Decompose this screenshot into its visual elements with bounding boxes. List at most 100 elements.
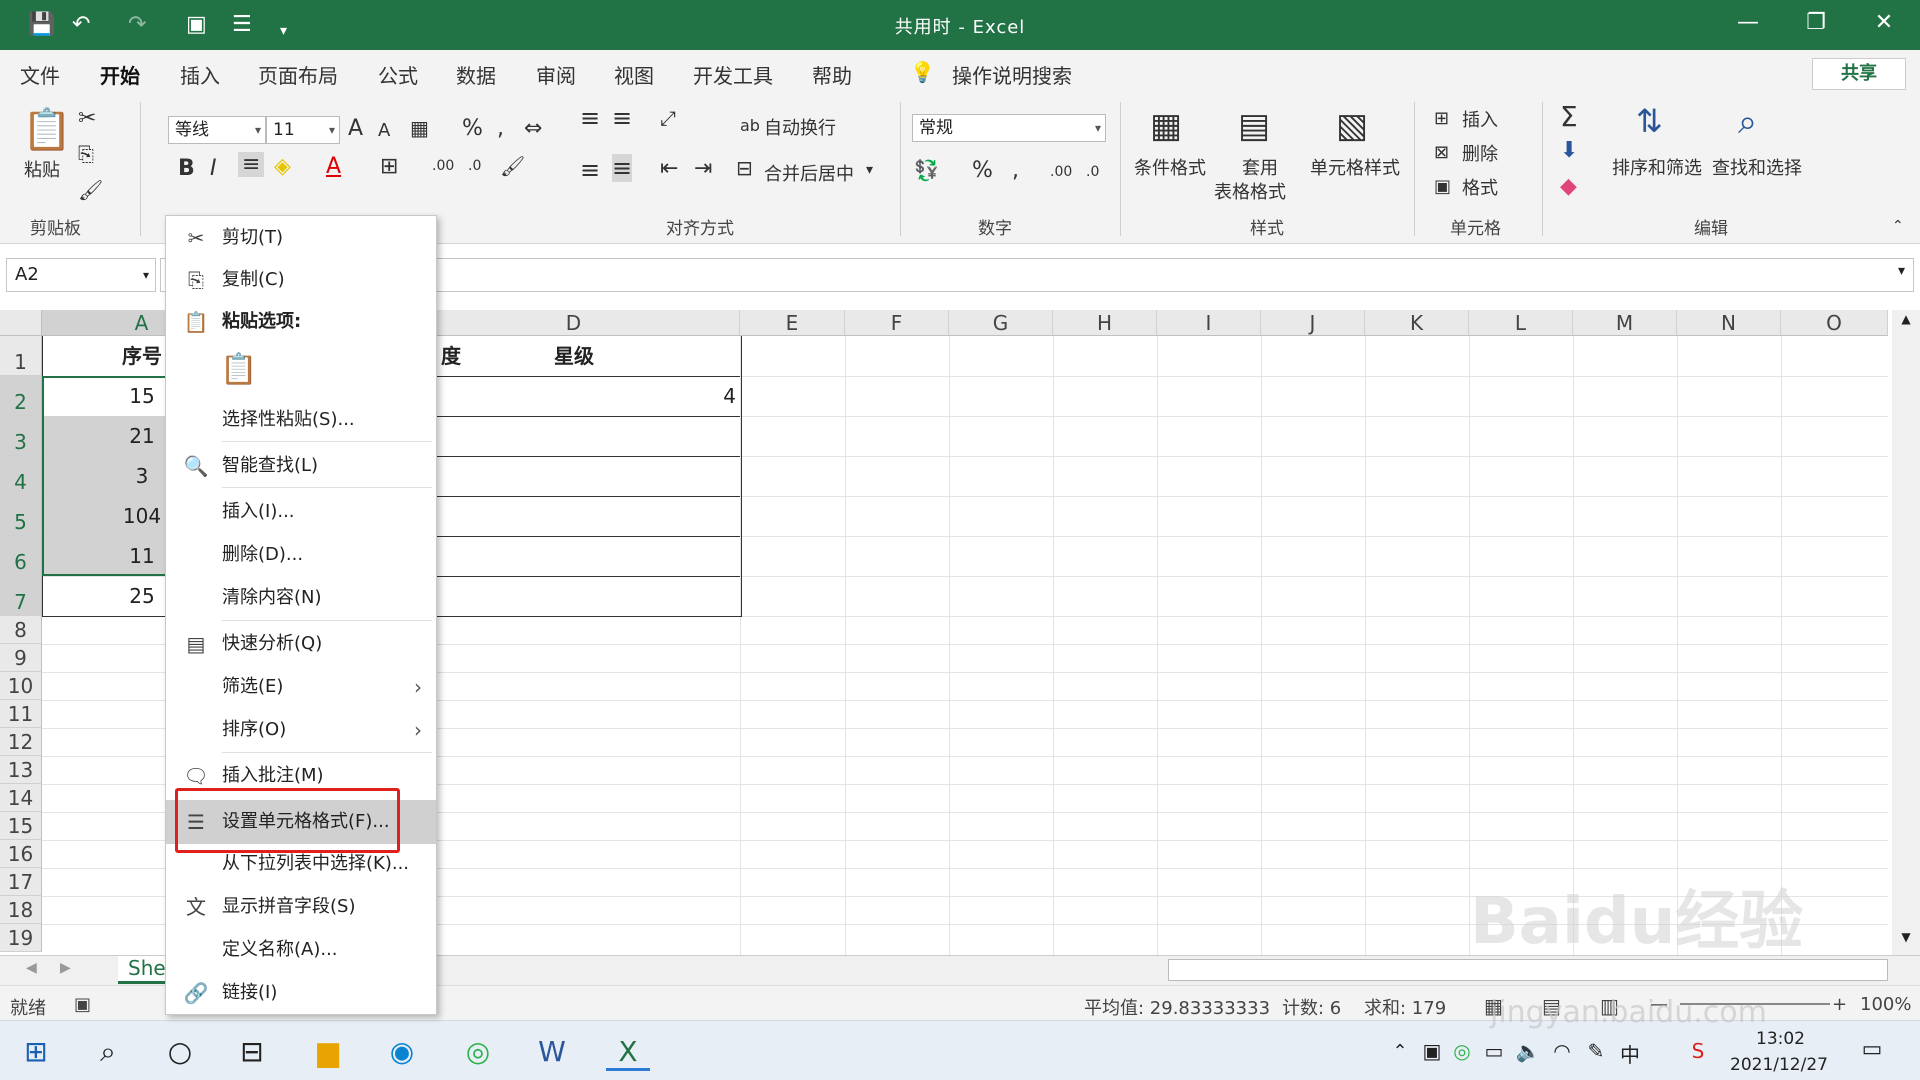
brush-icon[interactable]: 🖌: [500, 154, 525, 178]
currency-icon[interactable]: 💱: [914, 158, 939, 182]
wrap-text-button[interactable]: 自动换行: [764, 114, 836, 140]
row-header[interactable]: 19: [0, 924, 42, 952]
next-sheet-icon[interactable]: ▶: [60, 960, 71, 976]
menu-item-define-name[interactable]: 定义名称(A)...: [166, 930, 436, 970]
comma-icon[interactable]: ,: [497, 116, 504, 141]
find-select-icon[interactable]: ⌕: [1738, 102, 1757, 142]
column-header[interactable]: F: [845, 310, 949, 336]
fill-icon[interactable]: ⬇: [1560, 138, 1578, 163]
decrease-decimal-icon[interactable]: .0: [468, 158, 481, 174]
sort-filter-icon[interactable]: ⇅: [1636, 102, 1663, 140]
collapse-ribbon-icon[interactable]: ⌃: [1892, 218, 1904, 234]
percent-button[interactable]: %: [972, 158, 993, 183]
excel-icon[interactable]: X: [606, 1035, 650, 1071]
menu-item-insert[interactable]: 插入(I)...: [166, 492, 436, 532]
menu-item-paste-special[interactable]: 选择性粘贴(S)...: [166, 400, 436, 440]
find-select-button[interactable]: 查找和选择: [1712, 154, 1802, 180]
shrink-font-icon[interactable]: A: [378, 120, 390, 141]
horizontal-scrollbar[interactable]: [1168, 959, 1888, 981]
word-icon[interactable]: W: [530, 1035, 574, 1068]
row-header[interactable]: 1: [0, 336, 42, 376]
search-icon[interactable]: ⌕: [86, 1035, 130, 1069]
conditional-format-icon[interactable]: ▦: [1150, 106, 1182, 146]
cell-styles-icon[interactable]: ▧: [1336, 106, 1368, 146]
outdent-icon[interactable]: ⇥: [694, 156, 712, 181]
borders-icon[interactable]: ⊞: [380, 154, 398, 179]
edge-icon[interactable]: ◉: [380, 1035, 424, 1068]
wrap-icon[interactable]: ⇔: [524, 116, 542, 141]
menu-item-quick-analysis[interactable]: ▤ 快速分析(Q): [166, 624, 436, 664]
align-top-icon[interactable]: ≡: [580, 104, 600, 132]
tab-file[interactable]: 文件: [20, 60, 60, 89]
sogou-icon[interactable]: S: [1676, 1039, 1720, 1063]
tab-developer[interactable]: 开发工具: [693, 60, 773, 89]
align-left-icon[interactable]: ≡: [580, 156, 600, 184]
row-header[interactable]: 9: [0, 644, 42, 672]
column-header[interactable]: I: [1157, 310, 1261, 336]
conditional-format-button[interactable]: 条件格式: [1134, 154, 1206, 180]
tab-home[interactable]: 开始: [100, 60, 140, 98]
macro-record-icon[interactable]: ▣: [74, 994, 91, 1015]
grow-font-icon[interactable]: A: [348, 116, 363, 141]
delete-cells-button[interactable]: 删除: [1462, 140, 1498, 166]
menu-item-delete[interactable]: 删除(D)...: [166, 535, 436, 575]
tab-page-layout[interactable]: 页面布局: [258, 60, 338, 89]
windows-start-icon[interactable]: ⊞: [14, 1035, 58, 1068]
row-header[interactable]: 5: [0, 496, 42, 536]
menu-item-phonetic[interactable]: 文显示拼音字段(S): [166, 887, 436, 927]
cell-styles-button[interactable]: 单元格样式: [1310, 154, 1400, 180]
row-header[interactable]: 2: [0, 376, 42, 416]
row-header[interactable]: 18: [0, 896, 42, 924]
share-button[interactable]: 共享: [1812, 58, 1906, 90]
tab-review[interactable]: 审阅: [536, 60, 576, 89]
merge-center-button[interactable]: 合并后居中: [764, 160, 854, 186]
column-header[interactable]: E: [740, 310, 845, 336]
paste-icon[interactable]: 📋: [22, 106, 72, 153]
phonetic-icon[interactable]: ▦: [410, 116, 429, 140]
font-name-select[interactable]: 等线 ▾: [168, 116, 266, 144]
format-cells-button[interactable]: 格式: [1462, 174, 1498, 200]
format-painter-icon[interactable]: 🖌: [78, 178, 103, 202]
indent-icon[interactable]: ⇤: [660, 156, 678, 181]
merge-dropdown-icon[interactable]: ▾: [866, 162, 873, 178]
align-middle-icon[interactable]: ≡: [612, 104, 632, 132]
ime-indicator[interactable]: 中: [1608, 1039, 1652, 1068]
increase-decimal-icon[interactable]: .00: [432, 158, 454, 174]
tab-help[interactable]: 帮助: [812, 60, 852, 89]
comma-style-button[interactable]: ,: [1012, 158, 1019, 183]
select-all-corner[interactable]: [0, 310, 42, 336]
menu-item-smart-lookup[interactable]: 🔍 智能查找(L): [166, 446, 436, 486]
menu-item-link[interactable]: 🔗 链接(I): [166, 973, 436, 1013]
font-size-select[interactable]: 11 ▾: [266, 116, 340, 144]
column-header[interactable]: N: [1677, 310, 1781, 336]
task-view-icon[interactable]: ○: [158, 1035, 202, 1068]
format-table-line1[interactable]: 套用: [1242, 154, 1278, 180]
clock-date[interactable]: 2021/12/27: [1730, 1055, 1828, 1075]
file-explorer-icon[interactable]: ▆: [306, 1035, 350, 1068]
paste-option-icon[interactable]: 📋: [220, 352, 257, 387]
row-header[interactable]: 8: [0, 616, 42, 644]
restore-button[interactable]: ❐: [1796, 10, 1836, 35]
tab-formulas[interactable]: 公式: [378, 60, 418, 89]
align-center2-icon[interactable]: ≡: [612, 154, 633, 182]
row-header[interactable]: 10: [0, 672, 42, 700]
wechat-icon[interactable]: ◎: [456, 1035, 500, 1068]
inc-decimal-icon[interactable]: .00: [1050, 164, 1072, 180]
column-header[interactable]: J: [1261, 310, 1365, 336]
name-box[interactable]: A2 ▾: [6, 258, 156, 292]
cell-d2[interactable]: 4: [408, 376, 736, 416]
copy-icon[interactable]: ⎘: [78, 142, 94, 166]
clear-icon[interactable]: ◆: [1560, 174, 1577, 199]
close-button[interactable]: ✕: [1864, 10, 1904, 35]
row-header[interactable]: 6: [0, 536, 42, 576]
fill-color-icon[interactable]: ◈: [274, 154, 291, 179]
column-header[interactable]: O: [1781, 310, 1888, 336]
bold-button[interactable]: B: [178, 156, 195, 181]
row-header[interactable]: 17: [0, 868, 42, 896]
cell-d1[interactable]: 星级: [408, 336, 740, 376]
insert-cells-button[interactable]: 插入: [1462, 106, 1498, 132]
column-header[interactable]: L: [1469, 310, 1573, 336]
row-header[interactable]: 7: [0, 576, 42, 616]
vertical-scrollbar[interactable]: ▲ ▼: [1892, 310, 1920, 955]
orientation-icon[interactable]: ⤢: [660, 106, 676, 130]
